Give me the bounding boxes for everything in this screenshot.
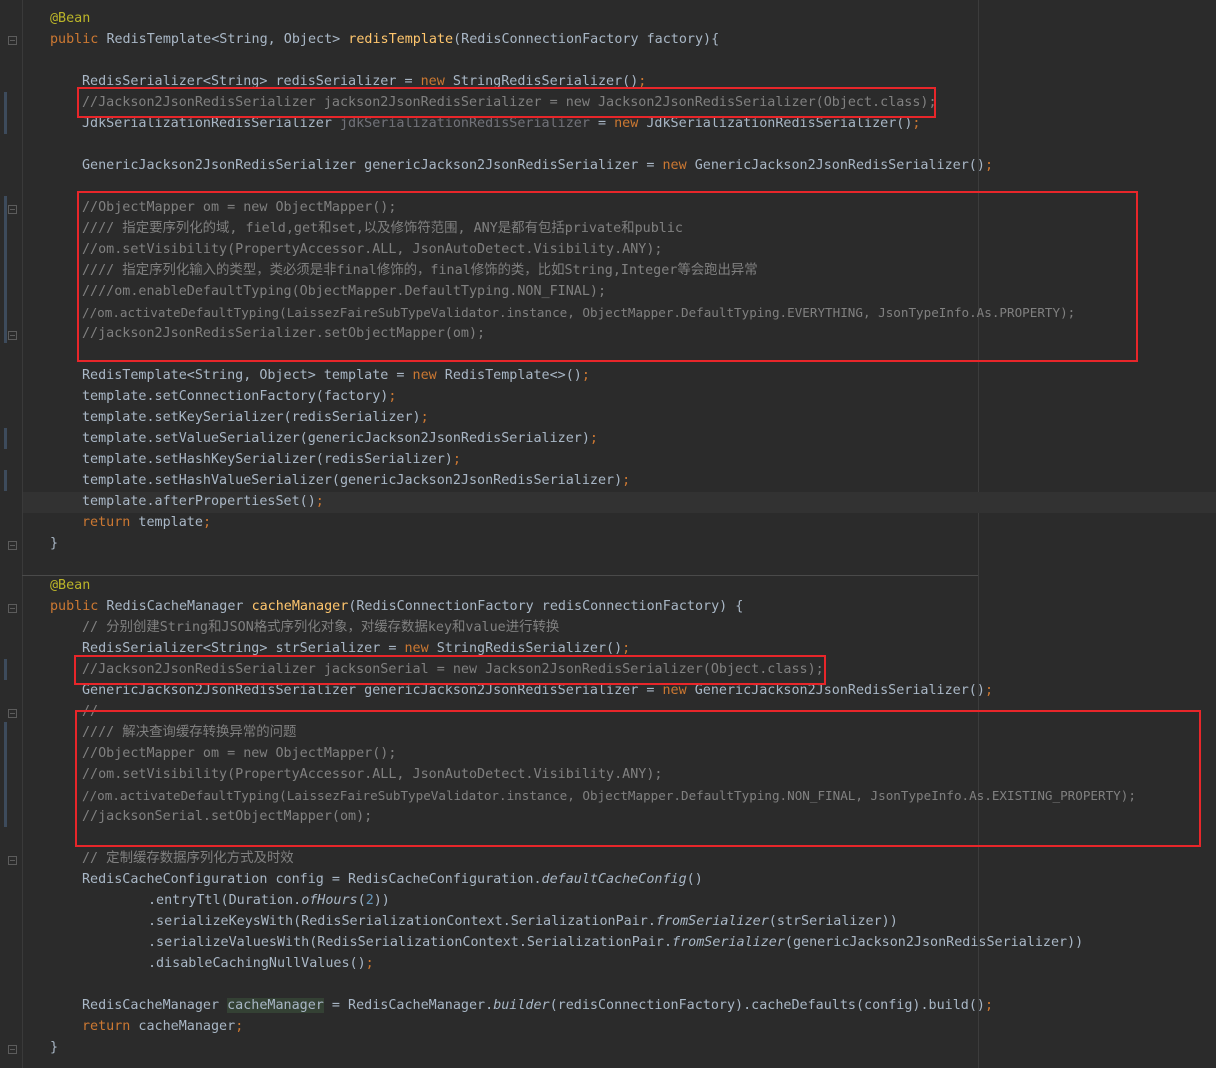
fold-marker-icon[interactable] <box>8 541 17 550</box>
code-line: template.setConnectionFactory(factory); <box>82 389 397 404</box>
code-line: public RedisTemplate<String, Object> red… <box>50 32 720 47</box>
fold-marker-icon[interactable] <box>8 205 17 214</box>
code-line: GenericJackson2JsonRedisSerializer gener… <box>82 158 993 173</box>
code-line: @Bean <box>50 11 91 26</box>
code-line: template.setValueSerializer(genericJacks… <box>82 431 598 446</box>
code-line: return template; <box>82 515 211 530</box>
code-line: } <box>50 1040 59 1055</box>
change-marker <box>4 196 7 343</box>
change-marker <box>4 92 7 134</box>
fold-marker-icon[interactable] <box>8 604 17 613</box>
fold-marker-icon[interactable] <box>8 36 17 45</box>
code-line: } <box>50 536 59 551</box>
highlight-box <box>77 191 1138 362</box>
change-marker <box>4 659 7 680</box>
code-line: // 分别创建String和JSON格式序列化对象，对缓存数据key和value… <box>82 620 560 635</box>
code-line: template.afterPropertiesSet(); <box>82 494 324 509</box>
code-line: .serializeKeysWith(RedisSerializationCon… <box>148 914 898 929</box>
code-line: template.setHashValueSerializer(genericJ… <box>82 473 631 488</box>
code-line: RedisCacheManager cacheManager = RedisCa… <box>82 998 994 1013</box>
code-editor[interactable]: @Bean public RedisTemplate<String, Objec… <box>0 0 1216 1068</box>
highlight-box <box>75 710 1201 847</box>
highlight-box <box>74 655 826 685</box>
code-line: template.setHashKeySerializer(redisSeria… <box>82 452 461 467</box>
code-line: public RedisCacheManager cacheManager(Re… <box>50 599 744 614</box>
fold-marker-icon[interactable] <box>8 856 17 865</box>
code-line: RedisCacheConfiguration config = RedisCa… <box>82 872 703 887</box>
gutter-divider <box>22 0 23 1068</box>
code-line: .entryTtl(Duration.ofHours(2)) <box>148 893 390 908</box>
fold-marker-icon[interactable] <box>8 331 17 340</box>
change-marker <box>4 470 7 491</box>
fold-marker-icon[interactable] <box>8 709 17 718</box>
code-line: return cacheManager; <box>82 1019 244 1034</box>
code-line: template.setKeySerializer(redisSerialize… <box>82 410 429 425</box>
code-line: RedisTemplate<String, Object> template =… <box>82 368 590 383</box>
code-line: // 定制缓存数据序列化方式及时效 <box>82 851 294 866</box>
highlight-box <box>77 87 936 118</box>
editor-gutter <box>0 0 22 1068</box>
code-line: .disableCachingNullValues(); <box>148 956 374 971</box>
fold-marker-icon[interactable] <box>8 1045 17 1054</box>
code-line: @Bean <box>50 578 91 593</box>
change-marker <box>4 722 7 827</box>
method-separator <box>22 575 978 576</box>
change-marker <box>4 428 7 449</box>
code-line: .serializeValuesWith(RedisSerializationC… <box>148 935 1084 950</box>
